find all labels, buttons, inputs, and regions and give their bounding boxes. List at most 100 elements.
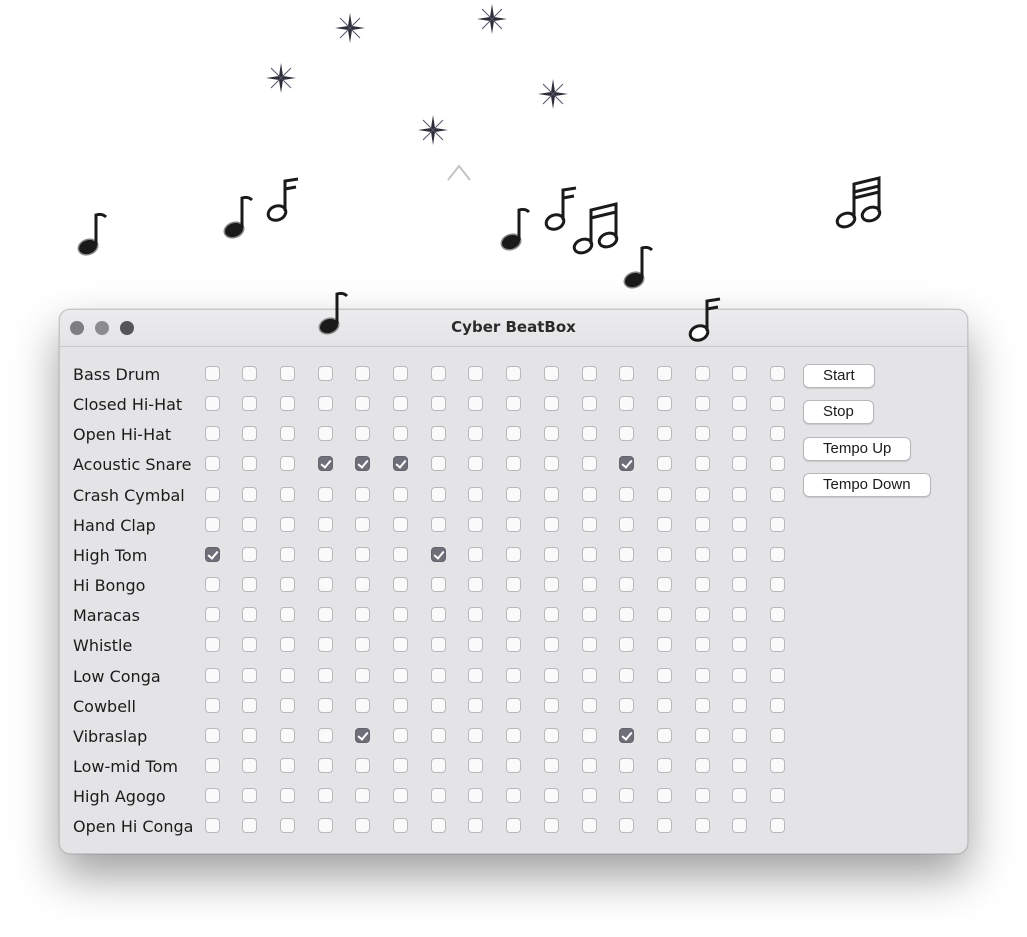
step-checkbox[interactable] xyxy=(468,486,484,502)
step-checkbox[interactable] xyxy=(506,366,522,381)
step-checkbox[interactable] xyxy=(393,546,408,562)
step-checkbox[interactable] xyxy=(770,788,785,804)
step-checkbox[interactable] xyxy=(317,366,333,381)
step-checkbox[interactable] xyxy=(279,757,295,773)
step-checkbox[interactable] xyxy=(732,486,748,502)
step-checkbox[interactable] xyxy=(619,366,635,381)
step-checkbox[interactable] xyxy=(204,396,220,412)
step-checkbox[interactable] xyxy=(581,667,597,683)
step-checkbox[interactable] xyxy=(694,607,710,623)
step-checkbox[interactable] xyxy=(770,667,785,683)
step-checkbox[interactable] xyxy=(204,546,220,562)
step-checkbox[interactable] xyxy=(279,396,295,412)
step-checkbox[interactable] xyxy=(279,818,295,834)
step-checkbox[interactable] xyxy=(732,456,748,472)
step-checkbox[interactable] xyxy=(317,456,333,472)
step-checkbox[interactable] xyxy=(656,818,672,834)
step-checkbox[interactable] xyxy=(317,757,333,773)
step-checkbox[interactable] xyxy=(619,577,635,593)
step-checkbox[interactable] xyxy=(656,607,672,623)
step-checkbox[interactable] xyxy=(581,486,597,502)
step-checkbox[interactable] xyxy=(581,757,597,773)
step-checkbox[interactable] xyxy=(430,546,446,562)
step-checkbox[interactable] xyxy=(430,667,446,683)
step-checkbox[interactable] xyxy=(279,456,295,472)
step-checkbox[interactable] xyxy=(242,486,258,502)
step-checkbox[interactable] xyxy=(694,516,710,532)
step-checkbox[interactable] xyxy=(279,607,295,623)
step-checkbox[interactable] xyxy=(468,637,484,653)
step-checkbox[interactable] xyxy=(204,637,220,653)
step-checkbox[interactable] xyxy=(656,697,672,713)
step-checkbox[interactable] xyxy=(242,667,258,683)
step-checkbox[interactable] xyxy=(506,396,522,412)
step-checkbox[interactable] xyxy=(732,366,748,381)
step-checkbox[interactable] xyxy=(619,697,635,713)
step-checkbox[interactable] xyxy=(242,366,258,381)
step-checkbox[interactable] xyxy=(317,637,333,653)
step-checkbox[interactable] xyxy=(581,818,597,834)
step-checkbox[interactable] xyxy=(317,546,333,562)
step-checkbox[interactable] xyxy=(279,546,295,562)
step-checkbox[interactable] xyxy=(543,366,559,381)
step-checkbox[interactable] xyxy=(543,697,559,713)
step-checkbox[interactable] xyxy=(656,396,672,412)
step-checkbox[interactable] xyxy=(355,516,371,532)
step-checkbox[interactable] xyxy=(656,727,672,743)
step-checkbox[interactable] xyxy=(656,426,672,442)
step-checkbox[interactable] xyxy=(204,516,220,532)
step-checkbox[interactable] xyxy=(393,727,408,743)
step-checkbox[interactable] xyxy=(279,788,295,804)
step-checkbox[interactable] xyxy=(619,788,635,804)
step-checkbox[interactable] xyxy=(355,456,371,472)
step-checkbox[interactable] xyxy=(770,757,785,773)
step-checkbox[interactable] xyxy=(543,637,559,653)
step-checkbox[interactable] xyxy=(506,486,522,502)
step-checkbox[interactable] xyxy=(732,727,748,743)
step-checkbox[interactable] xyxy=(430,818,446,834)
step-checkbox[interactable] xyxy=(204,486,220,502)
step-checkbox[interactable] xyxy=(355,607,371,623)
step-checkbox[interactable] xyxy=(279,637,295,653)
step-checkbox[interactable] xyxy=(656,667,672,683)
step-checkbox[interactable] xyxy=(694,396,710,412)
step-checkbox[interactable] xyxy=(770,546,785,562)
step-checkbox[interactable] xyxy=(393,456,408,472)
step-checkbox[interactable] xyxy=(242,396,258,412)
step-checkbox[interactable] xyxy=(468,788,484,804)
step-checkbox[interactable] xyxy=(506,456,522,472)
step-checkbox[interactable] xyxy=(732,818,748,834)
step-checkbox[interactable] xyxy=(543,577,559,593)
step-checkbox[interactable] xyxy=(694,456,710,472)
step-checkbox[interactable] xyxy=(732,637,748,653)
step-checkbox[interactable] xyxy=(656,456,672,472)
step-checkbox[interactable] xyxy=(770,366,785,381)
step-checkbox[interactable] xyxy=(581,577,597,593)
step-checkbox[interactable] xyxy=(619,396,635,412)
step-checkbox[interactable] xyxy=(393,697,408,713)
step-checkbox[interactable] xyxy=(732,697,748,713)
step-checkbox[interactable] xyxy=(543,396,559,412)
step-checkbox[interactable] xyxy=(242,818,258,834)
step-checkbox[interactable] xyxy=(242,546,258,562)
step-checkbox[interactable] xyxy=(581,366,597,381)
step-checkbox[interactable] xyxy=(506,637,522,653)
step-checkbox[interactable] xyxy=(468,426,484,442)
step-checkbox[interactable] xyxy=(468,577,484,593)
step-checkbox[interactable] xyxy=(543,607,559,623)
step-checkbox[interactable] xyxy=(506,426,522,442)
step-checkbox[interactable] xyxy=(543,516,559,532)
step-checkbox[interactable] xyxy=(619,637,635,653)
step-checkbox[interactable] xyxy=(279,516,295,532)
step-checkbox[interactable] xyxy=(656,546,672,562)
step-checkbox[interactable] xyxy=(355,818,371,834)
tempo-up-button[interactable]: Tempo Up xyxy=(803,437,912,461)
step-checkbox[interactable] xyxy=(581,396,597,412)
step-checkbox[interactable] xyxy=(732,577,748,593)
step-checkbox[interactable] xyxy=(393,667,408,683)
step-checkbox[interactable] xyxy=(619,546,635,562)
step-checkbox[interactable] xyxy=(732,426,748,442)
step-checkbox[interactable] xyxy=(355,788,371,804)
step-checkbox[interactable] xyxy=(506,577,522,593)
step-checkbox[interactable] xyxy=(204,757,220,773)
